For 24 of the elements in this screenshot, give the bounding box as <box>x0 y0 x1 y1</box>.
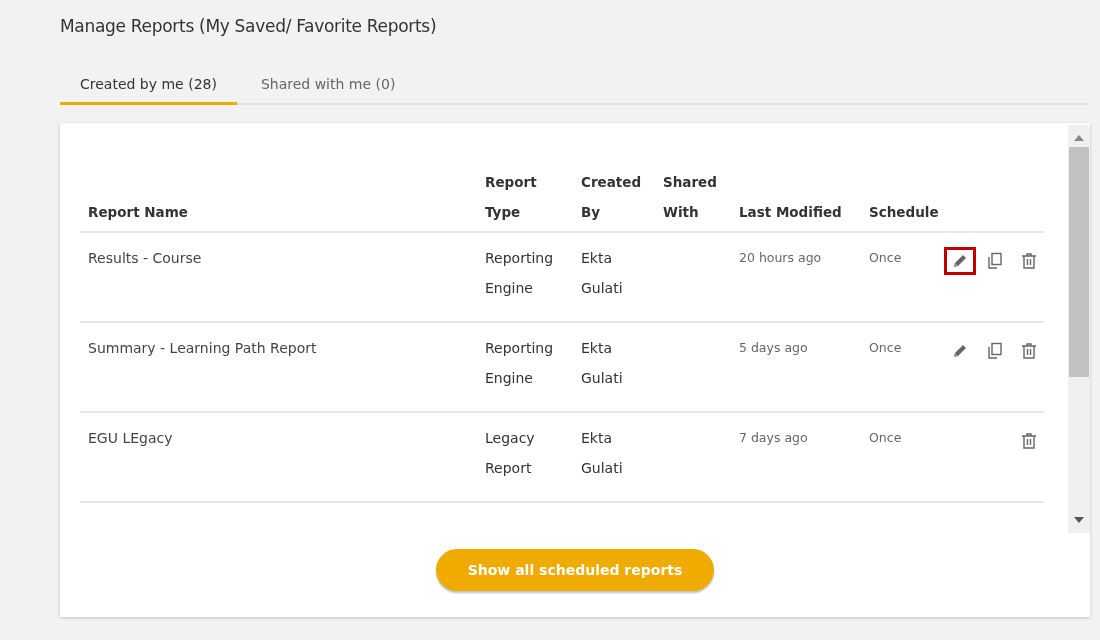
table-cell-text: Ekta Gulati <box>581 339 624 388</box>
column-header: Schedule <box>869 203 940 222</box>
table-cell-text: 20 hours ago <box>739 249 823 267</box>
table-cell-text: 7 days ago <box>739 429 809 447</box>
table-cell-text: Once <box>869 429 903 447</box>
table-cell-text: Reporting Engine <box>485 249 555 298</box>
table-cell-text: Ekta Gulati <box>581 429 624 478</box>
column-header: Last Modified <box>739 203 843 222</box>
tab[interactable]: Created by me (28) <box>60 68 237 105</box>
report-name: Results - Course <box>87 249 203 268</box>
table-cell-text: Once <box>869 339 903 357</box>
column-header: Created By <box>581 173 643 222</box>
table-cell-text: Legacy Report <box>485 429 536 478</box>
column-header: Shared With <box>663 173 718 222</box>
tab[interactable]: Shared with me (0) <box>240 68 416 105</box>
table-cell-text: 5 days ago <box>739 339 809 357</box>
table-cell-text: Ekta Gulati <box>581 249 624 298</box>
column-header: Report Name <box>87 203 189 222</box>
page-title: Manage Reports (My Saved/ Favorite Reports) <box>60 16 438 38</box>
report-name: EGU LEgacy <box>87 429 174 448</box>
column-header: Report Type <box>485 173 538 222</box>
table-cell-text: Reporting Engine <box>485 339 555 388</box>
report-name: Summary - Learning Path Report <box>87 339 318 358</box>
table-cell-text: Once <box>869 249 903 267</box>
